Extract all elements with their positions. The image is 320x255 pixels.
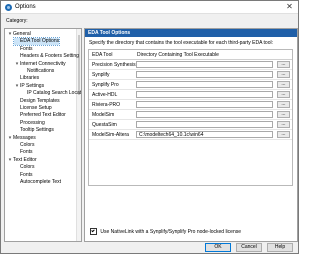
nativelink-checkbox-row[interactable]: Use NativeLink with a Synplify/Synplify …: [90, 228, 241, 235]
scrollbar-thumb[interactable]: [78, 35, 80, 95]
tree-item-label: Fonts: [20, 149, 33, 156]
table-row: Synplify...: [89, 70, 292, 80]
tree-scrollbar[interactable]: [76, 29, 81, 241]
tree-item-label: Processing: [20, 119, 45, 126]
ok-button[interactable]: OK: [205, 243, 231, 252]
cancel-button[interactable]: Cancel: [236, 243, 262, 252]
tree-item[interactable]: ▾ General: [7, 31, 31, 38]
quartus-app-icon: [5, 4, 12, 11]
tree-item[interactable]: ▾ Internet Connectivity: [14, 61, 66, 68]
browse-button[interactable]: ...: [277, 81, 290, 88]
tree-item[interactable]: ▾ Messages: [7, 135, 36, 142]
tree-item-label: General: [13, 31, 31, 37]
tool-directory-field[interactable]: [136, 101, 273, 108]
tree-item-label: EDA Tool Options: [20, 38, 60, 45]
browse-button[interactable]: ...: [277, 121, 290, 128]
eda-tool-name: Synplify Pro: [92, 82, 119, 88]
tree-item[interactable]: IP Catalog Search Locat: [21, 90, 81, 97]
tree-item[interactable]: Fonts: [14, 172, 33, 179]
table-row: QuestaSim...: [89, 120, 292, 130]
tree-item-label: IP Catalog Search Locat: [27, 90, 82, 97]
tool-directory-field[interactable]: [136, 111, 273, 118]
category-label: Category:: [6, 18, 28, 24]
window-title: Options: [15, 4, 36, 10]
eda-tool-name: QuestaSim: [92, 122, 117, 128]
nativelink-checkbox[interactable]: [90, 228, 97, 235]
tree-item[interactable]: Tooltip Settings: [14, 127, 54, 134]
nativelink-checkbox-label: Use NativeLink with a Synplify/Synplify …: [100, 228, 242, 235]
tool-directory-field[interactable]: [136, 71, 273, 78]
browse-button[interactable]: ...: [277, 91, 290, 98]
tree-item[interactable]: EDA Tool Options: [12, 37, 61, 47]
help-button[interactable]: Help: [267, 243, 293, 252]
eda-tool-name: Riviera-PRO: [92, 102, 121, 108]
tree-item-label: License Setup: [20, 105, 52, 111]
close-icon[interactable]: ✕: [284, 2, 295, 12]
tree-item[interactable]: Processing: [14, 120, 45, 127]
eda-tool-options-panel: EDA Tool Options Specify the directory t…: [84, 28, 298, 242]
tree-item-label: Fonts: [20, 171, 33, 178]
tree-item-label: Headers & Footers Setting: [20, 53, 79, 60]
tree-item[interactable]: Colors: [14, 142, 34, 149]
tree-item[interactable]: Fonts: [14, 46, 33, 53]
tool-directory-field[interactable]: [136, 121, 273, 128]
eda-tool-name: ModelSim: [92, 112, 115, 118]
tree-item[interactable]: Design Templates: [14, 98, 60, 105]
table-header: EDA Tool Directory Containing Tool Execu…: [89, 50, 292, 60]
tree-item-label: Colors: [20, 164, 35, 171]
title-bar: Options ✕: [1, 1, 298, 14]
panel-header: EDA Tool Options: [85, 29, 297, 37]
tree-item-label: Messages: [13, 134, 36, 141]
tree-item[interactable]: Headers & Footers Setting: [14, 53, 79, 60]
table-row: Riviera-PRO...: [89, 100, 292, 110]
tree-item[interactable]: Colors: [14, 164, 34, 171]
column-header-directory: Directory Containing Tool Executable: [137, 52, 219, 58]
table-row: Precision Synthesis...: [89, 60, 292, 70]
browse-button[interactable]: ...: [277, 111, 290, 118]
eda-tool-name: Active-HDL: [92, 92, 118, 98]
tree-item[interactable]: License Setup: [14, 105, 52, 112]
tool-directory-field[interactable]: [136, 81, 273, 88]
tree-item[interactable]: Autocomplete Text: [14, 179, 61, 186]
browse-button[interactable]: ...: [277, 131, 290, 138]
tool-directory-field[interactable]: [136, 61, 273, 68]
tree-item-label: Autocomplete Text: [20, 179, 62, 185]
tree-item-label: Text Editor: [13, 156, 37, 163]
eda-tool-table: EDA Tool Directory Containing Tool Execu…: [88, 49, 293, 186]
category-tree[interactable]: ▾ General EDA Tool Options Fonts Headers & F…: [4, 28, 82, 242]
eda-tool-name: Synplify: [92, 72, 110, 78]
table-row: ModelSim...: [89, 110, 292, 120]
column-header-eda-tool: EDA Tool: [92, 52, 113, 58]
browse-button[interactable]: ...: [277, 71, 290, 78]
browse-button[interactable]: ...: [277, 61, 290, 68]
table-row: ModelSim-Altera C:\modeltech64_10.1c\win6…: [89, 130, 292, 140]
tree-item[interactable]: Fonts: [14, 149, 33, 156]
tree-item-label: Preferred Text Editor: [20, 112, 66, 119]
tree-item-label: Design Templates: [20, 97, 60, 104]
tree-item-label: Colors: [20, 142, 35, 148]
table-row: Synplify Pro...: [89, 80, 292, 90]
tree-item-label: Tooltip Settings: [20, 127, 54, 134]
eda-tool-name: Precision Synthesis: [92, 62, 136, 68]
tool-directory-field[interactable]: [136, 91, 273, 98]
tree-item-label: IP Settings: [20, 82, 45, 89]
tree-item-label: Internet Connectivity: [20, 60, 66, 67]
tool-directory-field[interactable]: C:\modeltech64_10.1c\win64: [136, 131, 273, 138]
panel-description: Specify the directory that contains the …: [89, 40, 273, 46]
browse-button[interactable]: ...: [277, 101, 290, 108]
table-row: Active-HDL...: [89, 90, 292, 100]
tree-item[interactable]: ▾ IP Settings: [14, 83, 44, 90]
options-dialog: Options ✕ Category: ▾ General EDA Tool Opt…: [0, 0, 299, 254]
tree-item-label: Fonts: [20, 45, 33, 52]
tree-item[interactable]: Preferred Text Editor: [14, 112, 66, 119]
tree-item[interactable]: ▾ Text Editor: [7, 157, 37, 164]
tree-item-label: Notifications: [27, 68, 55, 74]
tree-item-label: Libraries: [20, 75, 40, 82]
eda-tool-name: ModelSim-Altera: [92, 132, 129, 138]
tree-item[interactable]: Libraries: [14, 75, 39, 82]
tree-item[interactable]: Notifications: [21, 68, 54, 75]
